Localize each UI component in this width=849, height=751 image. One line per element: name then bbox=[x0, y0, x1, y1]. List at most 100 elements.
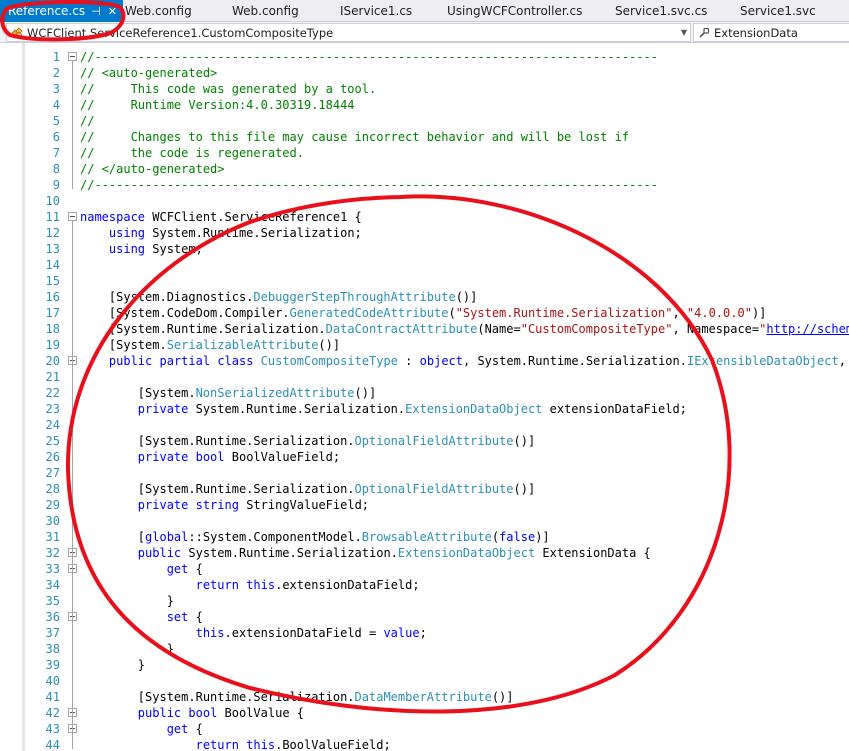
collapse-icon[interactable] bbox=[68, 212, 77, 221]
code-line[interactable]: // the code is regenerated. bbox=[80, 145, 849, 161]
code-token: class bbox=[217, 354, 254, 368]
line-number: 1 bbox=[52, 50, 60, 64]
indicator-margin bbox=[0, 43, 20, 751]
code-line[interactable]: [global::System.ComponentModel.Browsable… bbox=[80, 529, 849, 545]
code-line[interactable]: [System.Runtime.Serialization.DataMember… bbox=[80, 689, 849, 705]
line-number: 25 bbox=[45, 434, 60, 448]
code-token: } bbox=[80, 658, 146, 672]
tab-service1-svc-cs[interactable]: Service1.svc.cs bbox=[615, 0, 707, 22]
code-line[interactable]: private string StringValueField; bbox=[80, 497, 849, 513]
line-number: 13 bbox=[45, 242, 60, 256]
code-line[interactable]: [System.NonSerializedAttribute()] bbox=[80, 385, 849, 401]
pin-icon[interactable]: ⊣ bbox=[91, 1, 101, 23]
code-line[interactable]: [System.Runtime.Serialization.OptionalFi… bbox=[80, 433, 849, 449]
type-dropdown[interactable]: WCFClient.ServiceReference1.CustomCompos… bbox=[6, 23, 691, 42]
code-line[interactable]: [System.CodeDom.Compiler.GeneratedCodeAt… bbox=[80, 305, 849, 321]
line-number: 21 bbox=[45, 370, 60, 384]
member-dropdown[interactable]: ExtensionData bbox=[693, 23, 849, 42]
code-token: // This code was generated by a tool. bbox=[80, 82, 377, 96]
code-line[interactable]: public System.Runtime.Serialization.Exte… bbox=[80, 545, 849, 561]
code-link[interactable]: http://schemas. bbox=[766, 322, 849, 336]
tab-label: UsingWCFController.cs bbox=[447, 4, 583, 18]
navigation-bar: WCFClient.ServiceReference1.CustomCompos… bbox=[0, 22, 849, 43]
code-line[interactable]: // This code was generated by a tool. bbox=[80, 81, 849, 97]
code-line[interactable]: public partial class CustomCompositeType… bbox=[80, 353, 849, 369]
code-line[interactable]: private System.Runtime.Serialization.Ext… bbox=[80, 401, 849, 417]
code-token: , Sys bbox=[838, 354, 846, 368]
close-icon[interactable]: ✕ bbox=[108, 1, 117, 23]
code-token: public bbox=[137, 706, 182, 720]
code-line[interactable]: // </auto-generated> bbox=[80, 161, 849, 177]
tab-label: IService1.cs bbox=[340, 4, 413, 18]
code-token: [System.CodeDom.Compiler. bbox=[80, 306, 290, 320]
code-line[interactable]: set { bbox=[80, 609, 849, 625]
tab-web-config-1[interactable]: Web.config bbox=[125, 0, 192, 22]
code-token: private bbox=[137, 450, 189, 464]
code-line[interactable]: //--------------------------------------… bbox=[80, 177, 849, 193]
code-token: get bbox=[166, 562, 189, 576]
code-line[interactable]: // <auto-generated> bbox=[80, 65, 849, 81]
code-line[interactable] bbox=[80, 193, 849, 209]
code-line[interactable]: return this.BoolValueField; bbox=[80, 737, 849, 751]
code-token: } bbox=[80, 642, 174, 656]
code-token: //--------------------------------------… bbox=[80, 50, 658, 64]
code-line[interactable]: [System.Runtime.Serialization.OptionalFi… bbox=[80, 481, 849, 497]
code-line[interactable]: this.extensionDataField = value; bbox=[80, 625, 849, 641]
code-token: [ bbox=[80, 530, 146, 544]
line-number: 16 bbox=[45, 290, 60, 304]
code-line[interactable]: get { bbox=[80, 721, 849, 737]
code-line[interactable]: private bool BoolValueField; bbox=[80, 449, 849, 465]
code-token: get bbox=[166, 722, 189, 736]
code-token: extensionDataField; bbox=[542, 402, 687, 416]
code-line[interactable]: public bool BoolValue { bbox=[80, 705, 849, 721]
tab-usingwcfcontroller-cs[interactable]: UsingWCFController.cs bbox=[447, 0, 582, 22]
code-token: bool bbox=[195, 450, 225, 464]
tab-service1-svc[interactable]: Service1.svc bbox=[740, 0, 816, 22]
code-line[interactable]: namespace WCFClient.ServiceReference1 { bbox=[80, 209, 849, 225]
code-line[interactable] bbox=[80, 673, 849, 689]
collapse-icon[interactable] bbox=[68, 52, 77, 61]
code-line[interactable]: //--------------------------------------… bbox=[80, 49, 849, 65]
code-token: // </auto-generated> bbox=[80, 162, 225, 176]
code-line[interactable] bbox=[80, 273, 849, 289]
code-line[interactable]: using System.Runtime.Serialization; bbox=[80, 225, 849, 241]
code-line[interactable]: } bbox=[80, 641, 849, 657]
code-line[interactable]: return this.extensionDataField; bbox=[80, 577, 849, 593]
code-line[interactable]: // Runtime Version:4.0.30319.18444 bbox=[80, 97, 849, 113]
code-line[interactable] bbox=[80, 369, 849, 385]
code-text[interactable]: //--------------------------------------… bbox=[80, 49, 849, 751]
line-number: 26 bbox=[45, 450, 60, 464]
tab-iservice1-cs[interactable]: IService1.cs bbox=[340, 0, 412, 22]
tab-web-config-2[interactable]: Web.config bbox=[232, 0, 299, 22]
code-line[interactable]: } bbox=[80, 593, 849, 609]
code-line[interactable] bbox=[80, 465, 849, 481]
chevron-down-icon: ▼ bbox=[680, 28, 687, 37]
tab-reference-cs[interactable]: Reference.cs ⊣ ✕ bbox=[0, 0, 123, 22]
code-line[interactable]: } bbox=[80, 657, 849, 673]
code-token: object bbox=[419, 354, 463, 368]
code-token: { bbox=[188, 562, 203, 576]
code-token: StringValueField; bbox=[238, 498, 370, 512]
line-number: 6 bbox=[52, 130, 60, 144]
code-line[interactable]: // Changes to this file may cause incorr… bbox=[80, 129, 849, 145]
code-token: BoolValueField; bbox=[224, 450, 341, 464]
code-line[interactable] bbox=[80, 257, 849, 273]
code-line[interactable]: get { bbox=[80, 561, 849, 577]
code-token: , bbox=[672, 306, 687, 320]
line-number: 18 bbox=[45, 322, 60, 336]
code-editor[interactable]: 1 2 3 4 5 6 7 8 9 10 11 12 13 14 15 16 17 18 19 20 21 22 23 24 2… bbox=[0, 43, 849, 751]
line-number: 44 bbox=[45, 738, 60, 751]
code-line[interactable]: using System; bbox=[80, 241, 849, 257]
code-token: ( bbox=[491, 530, 500, 544]
code-line[interactable] bbox=[80, 513, 849, 529]
code-line[interactable] bbox=[80, 417, 849, 433]
code-token: this bbox=[246, 578, 276, 592]
code-line[interactable]: [System.Diagnostics.DebuggerStepThroughA… bbox=[80, 289, 849, 305]
line-number: 39 bbox=[45, 658, 60, 672]
outlining-margin[interactable] bbox=[65, 49, 79, 751]
code-line[interactable]: [System.Runtime.Serialization.DataContra… bbox=[80, 321, 849, 337]
code-line[interactable]: // bbox=[80, 113, 849, 129]
code-line[interactable]: [System.SerializableAttribute()] bbox=[80, 337, 849, 353]
